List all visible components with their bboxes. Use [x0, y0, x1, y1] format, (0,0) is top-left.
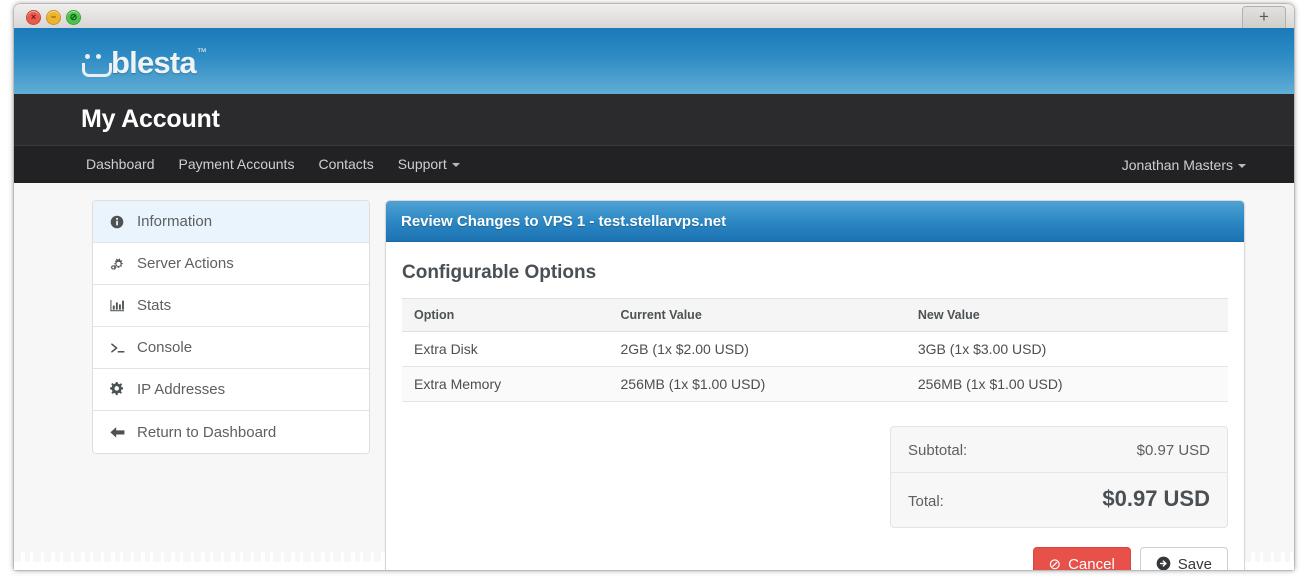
service-sidebar: Information Server Action [92, 200, 370, 454]
cell-current-value: 256MB (1x $1.00 USD) [609, 367, 906, 402]
total-value: $0.97 USD [1102, 486, 1210, 512]
sidebar-item-server-actions[interactable]: Server Actions [93, 243, 369, 285]
sidebar-item-label: Information [137, 213, 212, 230]
nav-item-label: Dashboard [86, 156, 155, 172]
sidebar-item-label: Console [137, 339, 192, 356]
user-menu[interactable]: Jonathan Masters [1122, 157, 1246, 173]
panel-header: Review Changes to VPS 1 - test.stellarvp… [386, 201, 1244, 242]
nav-item-label: Payment Accounts [179, 156, 295, 172]
bar-chart-icon [110, 299, 130, 313]
save-button-label: Save [1178, 556, 1212, 570]
terminal-icon [110, 341, 130, 355]
nav-item-label: Contacts [318, 156, 373, 172]
table-row: Extra Disk 2GB (1x $2.00 USD) 3GB (1x $3… [402, 332, 1228, 367]
review-changes-panel: Review Changes to VPS 1 - test.stellarvp… [385, 200, 1245, 570]
totals-wrapper: Subtotal: $0.97 USD Total: $0.97 USD [402, 426, 1228, 528]
cancel-button-label: Cancel [1068, 556, 1115, 570]
chevron-down-icon [452, 163, 460, 167]
sidebar-item-label: Server Actions [137, 255, 234, 272]
user-menu-label: Jonathan Masters [1122, 157, 1233, 173]
info-circle-icon [110, 215, 130, 229]
window-titlebar: × − ⊘ + [14, 4, 1294, 29]
nav-items: Dashboard Payment Accounts Contacts Supp… [74, 146, 472, 183]
trademark-symbol: ™ [197, 46, 207, 60]
action-buttons: ⊘ Cancel Save [402, 547, 1228, 570]
totals-box: Subtotal: $0.97 USD Total: $0.97 USD [890, 426, 1228, 528]
section-title: Configurable Options [402, 262, 1228, 284]
cell-option: Extra Memory [402, 367, 609, 402]
brand-name: blesta [111, 46, 196, 80]
main-navbar: Dashboard Payment Accounts Contacts Supp… [14, 145, 1294, 183]
window-maximize-button[interactable]: ⊘ [66, 10, 81, 25]
total-row: Total: $0.97 USD [891, 472, 1227, 525]
page-title: My Account [81, 105, 220, 134]
cell-new-value: 256MB (1x $1.00 USD) [906, 367, 1228, 402]
subtotal-label: Subtotal: [908, 442, 967, 459]
nav-item-payment-accounts[interactable]: Payment Accounts [167, 146, 307, 183]
subtotal-row: Subtotal: $0.97 USD [891, 429, 1227, 472]
arrow-circle-right-icon [1156, 556, 1171, 571]
chevron-down-icon [1238, 164, 1246, 168]
arrow-left-icon [110, 426, 130, 439]
nav-item-label: Support [398, 156, 447, 172]
nav-item-contacts[interactable]: Contacts [306, 146, 385, 183]
table-row: Extra Memory 256MB (1x $1.00 USD) 256MB … [402, 367, 1228, 402]
browser-window: × − ⊘ + blesta ™ My Account [14, 4, 1294, 570]
blesta-smiley-icon [81, 52, 109, 76]
subtotal-value: $0.97 USD [1137, 442, 1210, 459]
sidebar-item-label: Return to Dashboard [137, 424, 276, 441]
cell-option: Extra Disk [402, 332, 609, 367]
column-header-option: Option [402, 299, 609, 332]
sidebar-item-console[interactable]: Console [93, 327, 369, 369]
total-label: Total: [908, 493, 944, 510]
sidebar-item-label: IP Addresses [137, 381, 225, 398]
window-minimize-button[interactable]: − [46, 10, 61, 25]
save-button[interactable]: Save [1140, 547, 1228, 570]
panel-header-title: Review Changes to VPS 1 - test.stellarvp… [401, 213, 726, 230]
page-title-band: My Account [14, 94, 1294, 145]
nav-item-dashboard[interactable]: Dashboard [74, 146, 167, 183]
new-tab-button[interactable]: + [1242, 6, 1286, 29]
brand-bar: blesta ™ [14, 28, 1294, 94]
configurable-options-table: Option Current Value New Value Extra Dis… [402, 298, 1228, 402]
gears-icon [110, 257, 130, 271]
sidebar-item-ip-addresses[interactable]: IP Addresses [93, 369, 369, 411]
sidebar-item-return-to-dashboard[interactable]: Return to Dashboard [93, 411, 369, 453]
nav-item-support[interactable]: Support [386, 146, 472, 183]
table-header-row: Option Current Value New Value [402, 299, 1228, 332]
sidebar-item-information[interactable]: Information [93, 201, 369, 243]
cancel-button[interactable]: ⊘ Cancel [1033, 547, 1131, 570]
cell-new-value: 3GB (1x $3.00 USD) [906, 332, 1228, 367]
gear-icon [110, 382, 130, 397]
sidebar-item-stats[interactable]: Stats [93, 285, 369, 327]
column-header-current-value: Current Value [609, 299, 906, 332]
column-header-new-value: New Value [906, 299, 1228, 332]
sidebar-item-label: Stats [137, 297, 171, 314]
cell-current-value: 2GB (1x $2.00 USD) [609, 332, 906, 367]
blesta-logo[interactable]: blesta ™ [81, 46, 207, 80]
window-close-button[interactable]: × [26, 10, 41, 25]
panel-body: Configurable Options Option Current Valu… [386, 242, 1244, 570]
ban-icon: ⊘ [1049, 557, 1062, 570]
screenshot-root: × − ⊘ + blesta ™ My Account [0, 0, 1308, 580]
